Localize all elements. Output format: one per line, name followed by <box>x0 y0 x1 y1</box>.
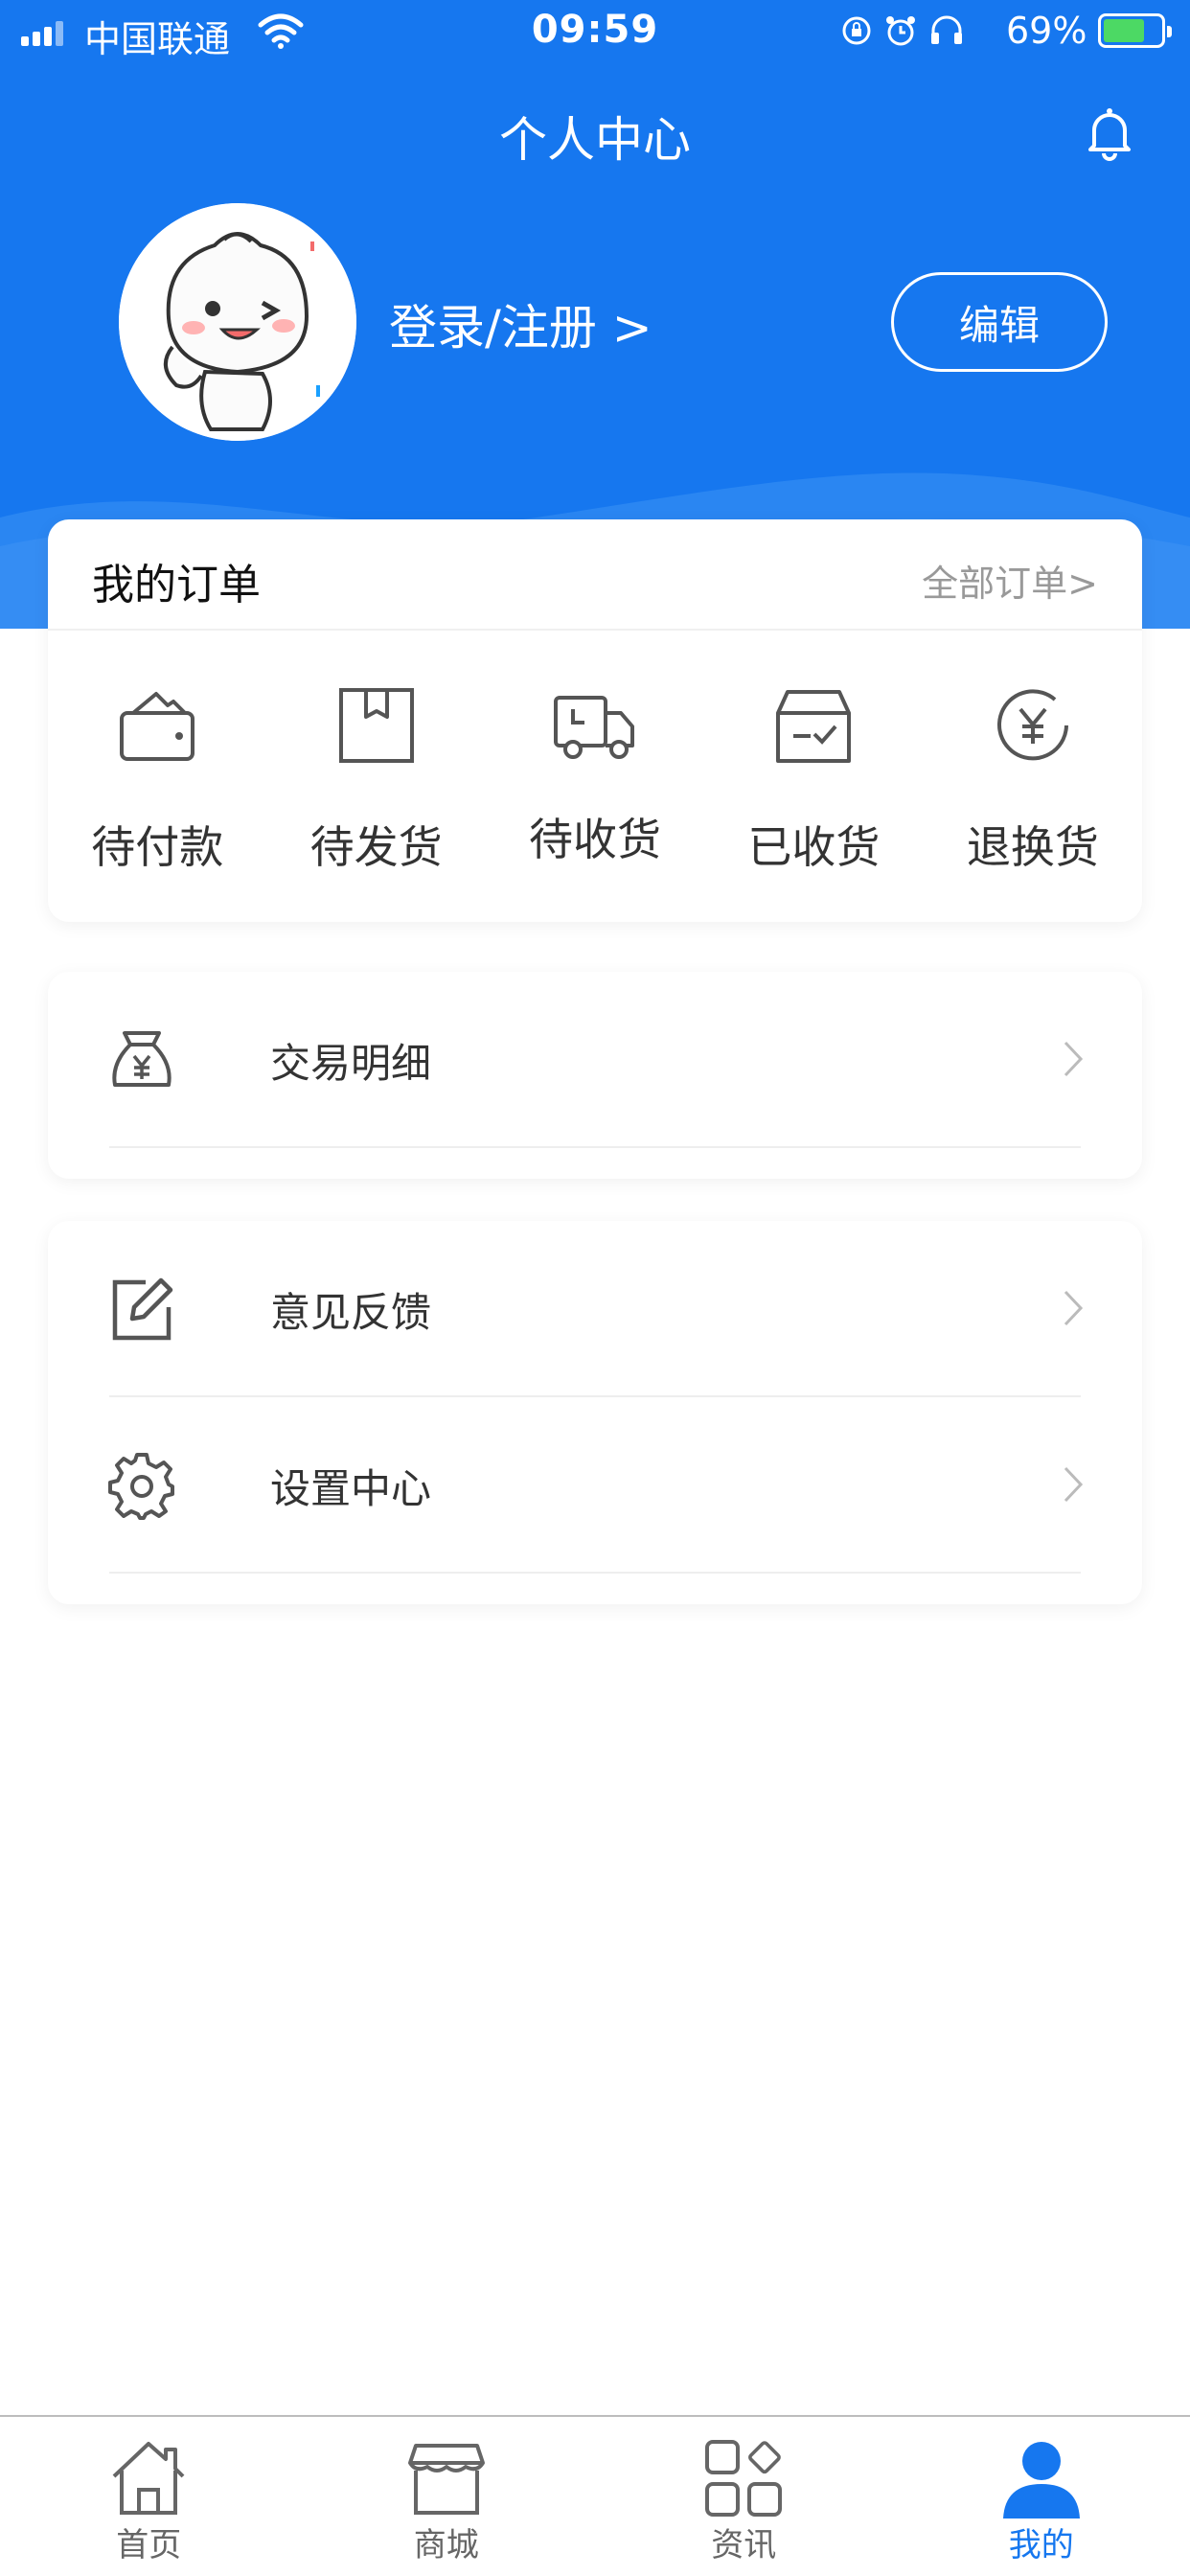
chevron-right-icon <box>1064 1290 1084 1326</box>
yen-circle-icon <box>996 689 1068 761</box>
money-bag-icon <box>112 1031 172 1087</box>
divider <box>109 1146 1081 1148</box>
tab-news-label: 资讯 <box>711 2526 777 2564</box>
status-icons <box>839 13 966 48</box>
tab-store-label: 商城 <box>413 2526 479 2564</box>
bell-icon[interactable] <box>1079 102 1140 163</box>
tab-home[interactable]: 首页 <box>0 2417 298 2576</box>
user-icon <box>1002 2442 1080 2518</box>
login-register-link[interactable]: 登录/注册 > <box>389 289 652 358</box>
truck-icon <box>554 696 635 759</box>
feedback-row[interactable]: 意见反馈 <box>48 1221 1142 1397</box>
chevron-right-icon <box>1064 1041 1084 1077</box>
orders-title: 我的订单 <box>92 561 261 610</box>
avatar[interactable] <box>119 203 356 441</box>
mascot-avatar-icon <box>119 203 356 441</box>
order-pending-payment-label: 待付款 <box>91 821 224 873</box>
tab-store[interactable]: 商城 <box>298 2417 596 2576</box>
divider <box>109 1572 1081 1574</box>
store-icon <box>407 2444 485 2515</box>
settings-row[interactable]: 设置中心 <box>48 1397 1142 1574</box>
tab-home-label: 首页 <box>116 2526 182 2564</box>
order-status-row: 待付款 待发货 待收货 已收货 退换货 <box>48 634 1142 912</box>
transactions-card: 交易明细 <box>48 972 1142 1179</box>
tab-bar: 首页 商城 资讯 我的 <box>0 2415 1190 2576</box>
wallet-icon <box>120 692 195 761</box>
transactions-row[interactable]: 交易明细 <box>48 972 1142 1148</box>
edit-button[interactable]: 编辑 <box>891 272 1108 372</box>
battery-percentage: 69% <box>1006 10 1087 52</box>
home-icon <box>112 2442 185 2515</box>
transactions-label: 交易明细 <box>270 1040 432 1087</box>
gear-icon <box>108 1453 174 1520</box>
settings-label: 设置中心 <box>270 1465 432 1512</box>
edit-icon <box>112 1277 173 1341</box>
order-pending-receipt[interactable]: 待收货 <box>486 634 704 912</box>
order-pending-shipment[interactable]: 待发货 <box>266 634 485 912</box>
package-icon <box>338 688 414 763</box>
tab-news[interactable]: 资讯 <box>595 2417 893 2576</box>
tab-mine-label: 我的 <box>1008 2526 1074 2564</box>
orders-header: 我的订单 全部订单> <box>48 519 1142 631</box>
order-received-label: 已收货 <box>747 821 881 873</box>
status-bar: 中国联通 09:59 69% <box>0 0 1190 67</box>
order-returns-label: 退换货 <box>966 821 1099 873</box>
orders-card: 我的订单 全部订单> 待付款 待发货 待收货 已收货 退换货 <box>48 519 1142 922</box>
tab-mine[interactable]: 我的 <box>893 2417 1190 2576</box>
order-pending-payment[interactable]: 待付款 <box>48 634 266 912</box>
settings-card: 意见反馈 设置中心 <box>48 1221 1142 1604</box>
alarm-icon <box>886 16 915 46</box>
all-orders-link[interactable]: 全部订单> <box>922 554 1098 607</box>
rotation-lock-icon <box>842 16 871 45</box>
feedback-label: 意见反馈 <box>270 1289 432 1336</box>
box-check-icon <box>776 690 852 763</box>
order-returns[interactable]: 退换货 <box>924 634 1142 912</box>
page-title: 个人中心 <box>499 112 691 168</box>
grid-icon <box>705 2440 783 2517</box>
battery-icon <box>1098 13 1172 48</box>
chevron-right-icon <box>1064 1466 1084 1503</box>
order-received[interactable]: 已收货 <box>704 634 923 912</box>
order-pending-receipt-label: 待收货 <box>529 814 662 865</box>
headphones-icon <box>931 15 962 44</box>
order-pending-shipment-label: 待发货 <box>309 821 443 873</box>
